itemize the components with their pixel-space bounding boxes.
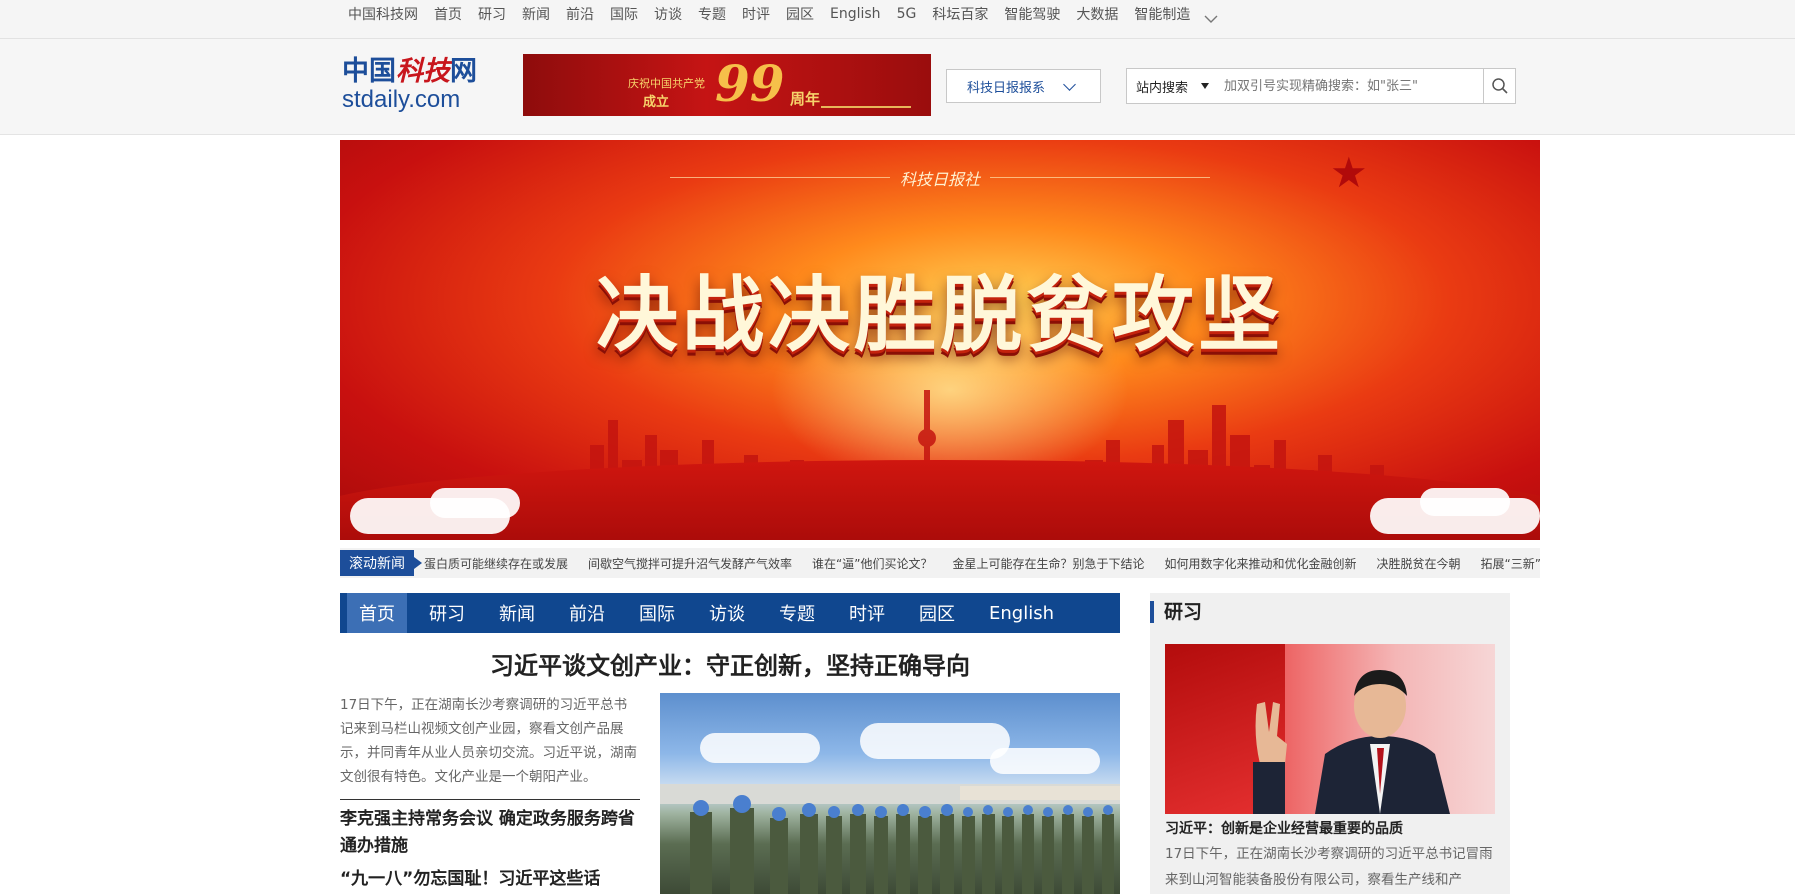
topnav-link-commentary[interactable]: 时评: [742, 4, 770, 24]
paper-family-label: 科技日报报系: [967, 80, 1046, 96]
sidebar-caption[interactable]: 习近平：创新是企业经营最重要的品质: [1165, 818, 1495, 838]
tab-study[interactable]: 研习: [417, 593, 477, 633]
banner-number: 99: [715, 54, 785, 113]
photo-cloud: [700, 733, 820, 763]
banner-line-1: 庆祝中国共产党: [628, 77, 705, 90]
search-input[interactable]: [1215, 68, 1484, 104]
lead-summary: 17日下午，正在湖南长沙考察调研的习近平总书记来到马栏山视频文创产业园，察看文创…: [340, 697, 637, 785]
star-icon: ★: [1330, 148, 1368, 197]
logo-part-b: 科技: [396, 56, 450, 87]
hero-divider-right: [990, 177, 1210, 178]
topnav-link-topics[interactable]: 专题: [698, 4, 726, 24]
hero-divider-left: [670, 177, 890, 178]
topnav-link-home-site[interactable]: 中国科技网: [348, 4, 418, 24]
logo-part-a: 中国: [342, 56, 396, 87]
logo-part-c: 网: [450, 56, 477, 87]
sidebar-title[interactable]: 研习: [1150, 601, 1202, 623]
topnav-link-smart-driving[interactable]: 智能驾驶: [1004, 4, 1060, 24]
topnav-link-big-data[interactable]: 大数据: [1076, 4, 1118, 24]
content-divider: [340, 799, 640, 800]
topnav-link-index[interactable]: 首页: [434, 4, 462, 24]
ticker-item[interactable]: 金星上可能存在生命？别急于下结论: [952, 555, 1144, 572]
top-nav-bar: 中国科技网 首页 研习 新闻 前沿 国际 访谈 专题 时评 园区 English…: [0, 0, 1795, 39]
ticker-item[interactable]: 谁在“逼”他们买论文？: [812, 555, 932, 572]
topnav-link-news[interactable]: 新闻: [522, 4, 550, 24]
ticker-item[interactable]: 拓展“三新”: [1481, 555, 1540, 572]
marching-troops: [660, 784, 1120, 894]
photo-cloud: [860, 723, 1010, 759]
search-scope-select[interactable]: 站内搜索: [1126, 68, 1216, 104]
cloud-left-top: [430, 488, 520, 518]
anniversary-banner[interactable]: 庆祝中国共产党 成立 99 周年: [523, 54, 931, 116]
main-nav: 首页 研习 新闻 前沿 国际 访谈 专题 时评 园区 English: [340, 593, 1120, 633]
topnav-link-5g[interactable]: 5G: [897, 6, 917, 22]
top-nav: 中国科技网 首页 研习 新闻 前沿 国际 访谈 专题 时评 园区 English…: [348, 0, 1218, 28]
cloud-right-top: [1420, 488, 1510, 516]
ticker-item[interactable]: 如何用数字化来推动和优化金融创新: [1164, 555, 1356, 572]
topnav-link-smart-manufacturing[interactable]: 智能制造: [1134, 4, 1190, 24]
hero-publisher: 科技日报社: [900, 170, 981, 189]
hero-banner[interactable]: 科技日报社 ★ 决战决胜脱贫攻坚: [340, 140, 1540, 540]
sidebar-summary: 17日下午，正在湖南长沙考察调研的习近平总书记冒雨来到山河智能装备股份有限公司，…: [1165, 846, 1493, 888]
banner-skyline: [821, 74, 911, 108]
topnav-link-english[interactable]: English: [830, 6, 881, 22]
lead-headline[interactable]: 习近平谈文创产业：守正创新，坚持正确导向: [340, 646, 1120, 681]
search-icon: [1492, 78, 1508, 94]
photo-cloud: [990, 748, 1100, 774]
logo-english: stdaily.com: [342, 86, 461, 113]
topnav-link-study[interactable]: 研习: [478, 4, 506, 24]
topnav-link-frontier[interactable]: 前沿: [566, 4, 594, 24]
chevron-down-icon: [1063, 78, 1076, 91]
tab-home[interactable]: 首页: [347, 593, 407, 633]
ticker-item[interactable]: 间歇空气搅拌可提升沼气发酵产气效率: [588, 555, 792, 572]
search-scope-label: 站内搜索: [1136, 80, 1189, 96]
tab-news[interactable]: 新闻: [487, 593, 547, 633]
topnav-link-forum[interactable]: 科坛百家: [932, 4, 988, 24]
logo-chinese: 中国科技网: [342, 57, 482, 87]
topnav-link-parks[interactable]: 园区: [786, 4, 814, 24]
tab-international[interactable]: 国际: [627, 593, 687, 633]
paper-family-dropdown[interactable]: 科技日报报系: [946, 69, 1101, 103]
news-headline[interactable]: 李克强主持常务会议 确定政务服务跨省通办措施: [340, 806, 640, 860]
study-sidebar: 研习 习近平：创新是企业经营最重要的品质 17日下午，正在湖南长沙考察调研的习近…: [1150, 593, 1510, 894]
tab-commentary[interactable]: 时评: [837, 593, 897, 633]
tab-interview[interactable]: 访谈: [697, 593, 757, 633]
ticker-item[interactable]: 蛋白质可能继续存在或发展: [424, 555, 568, 572]
topnav-link-international[interactable]: 国际: [610, 4, 638, 24]
ticker-label: 滚动新闻: [340, 550, 422, 576]
chevron-down-icon[interactable]: [1204, 9, 1218, 23]
speaker-figure: [1253, 670, 1450, 814]
sidebar-photo[interactable]: [1165, 644, 1495, 814]
site-header: 中国科技网 stdaily.com 庆祝中国共产党 成立 99 周年 科技日报报…: [0, 39, 1795, 135]
ticker-track: 蛋白质可能继续存在或发展 间歇空气搅拌可提升沼气发酵产气效率 谁在“逼”他们买论…: [424, 548, 1540, 578]
banner-line-2: 成立: [643, 95, 670, 110]
tab-topics[interactable]: 专题: [767, 593, 827, 633]
lead-photo[interactable]: [660, 693, 1120, 894]
topnav-link-interview[interactable]: 访谈: [654, 4, 682, 24]
tab-english[interactable]: English: [977, 593, 1066, 633]
ticker-item[interactable]: 决胜脱贫在今朝: [1377, 555, 1461, 572]
banner-line-3: 周年: [790, 90, 821, 108]
dropdown-arrow-icon: [1201, 83, 1209, 89]
news-headline[interactable]: “九一八”勿忘国耻！习近平这些话: [340, 866, 640, 893]
site-logo[interactable]: 中国科技网 stdaily.com: [342, 57, 482, 121]
tab-parks[interactable]: 园区: [907, 593, 967, 633]
tab-frontier[interactable]: 前沿: [557, 593, 617, 633]
news-ticker: 滚动新闻 蛋白质可能继续存在或发展 间歇空气搅拌可提升沼气发酵产气效率 谁在“逼…: [340, 548, 1540, 578]
search-button[interactable]: [1483, 68, 1516, 104]
